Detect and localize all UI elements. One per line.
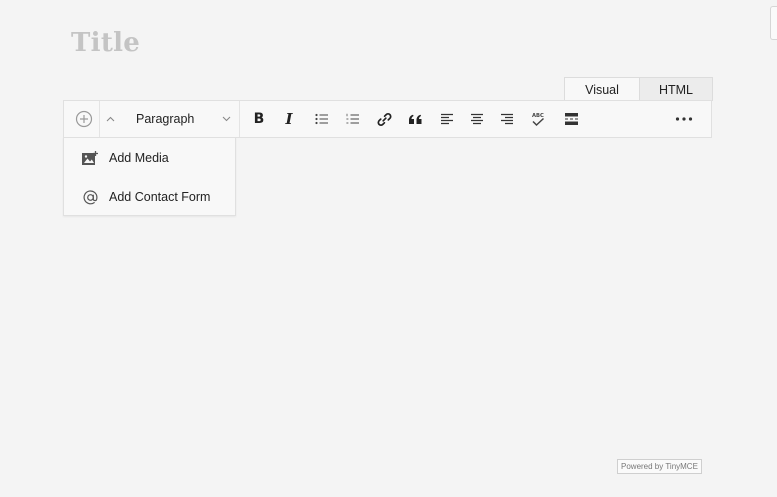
align-left-icon: [441, 113, 453, 125]
add-block-button[interactable]: [70, 101, 98, 137]
at-sign-icon: [81, 188, 99, 206]
menu-item-add-contact-form[interactable]: Add Contact Form: [64, 178, 235, 216]
collapse-toolbar-button[interactable]: [102, 101, 118, 137]
bullet-list-button[interactable]: [311, 101, 333, 137]
add-block-icon: [75, 110, 93, 128]
blockquote-icon: [408, 114, 421, 124]
svg-text:ABC: ABC: [532, 113, 544, 119]
menu-item-add-media[interactable]: Add Media: [64, 139, 235, 177]
format-select-value[interactable]: Paragraph: [136, 101, 194, 137]
align-center-button[interactable]: [466, 101, 488, 137]
numbered-list-icon: [346, 113, 359, 124]
menu-item-label: Add Contact Form: [109, 190, 211, 204]
bold-icon: B: [253, 111, 265, 127]
link-button[interactable]: [373, 101, 395, 137]
editor-toolbar: Paragraph B I ABC: [63, 100, 712, 138]
collapse-chevron-icon: [106, 116, 114, 122]
menu-item-label: Add Media: [109, 151, 169, 165]
editor-mode-tabs: Visual HTML: [564, 77, 713, 101]
spellcheck-icon: ABC: [532, 113, 545, 127]
align-right-button[interactable]: [496, 101, 518, 137]
spellcheck-button[interactable]: ABC: [527, 101, 549, 137]
window-edge-handle: [770, 6, 777, 40]
toolbar-separator: [99, 101, 100, 137]
align-left-button[interactable]: [436, 101, 458, 137]
tab-visual[interactable]: Visual: [564, 77, 640, 101]
link-icon: [377, 112, 391, 126]
italic-icon: I: [285, 110, 293, 128]
bold-button[interactable]: B: [248, 101, 270, 137]
align-center-icon: [471, 113, 483, 125]
align-right-icon: [501, 113, 513, 125]
bullet-list-icon: [315, 113, 328, 125]
numbered-list-button[interactable]: [342, 101, 364, 137]
add-media-icon: [81, 149, 99, 167]
insert-menu: Add Media Add Contact Form: [63, 137, 236, 216]
read-more-icon: [564, 113, 578, 125]
paragraph-chevron-icon: [222, 116, 230, 122]
tab-html[interactable]: HTML: [640, 77, 713, 101]
blockquote-button[interactable]: [404, 101, 426, 137]
more-options-icon: [675, 117, 693, 121]
powered-by-badge[interactable]: Powered by TinyMCE: [617, 459, 702, 474]
italic-button[interactable]: I: [278, 101, 300, 137]
more-options-button[interactable]: [669, 101, 699, 137]
read-more-button[interactable]: [559, 101, 583, 137]
post-title-placeholder[interactable]: Title: [71, 28, 140, 58]
format-select-dropdown[interactable]: [219, 101, 233, 137]
toolbar-separator: [239, 101, 240, 137]
